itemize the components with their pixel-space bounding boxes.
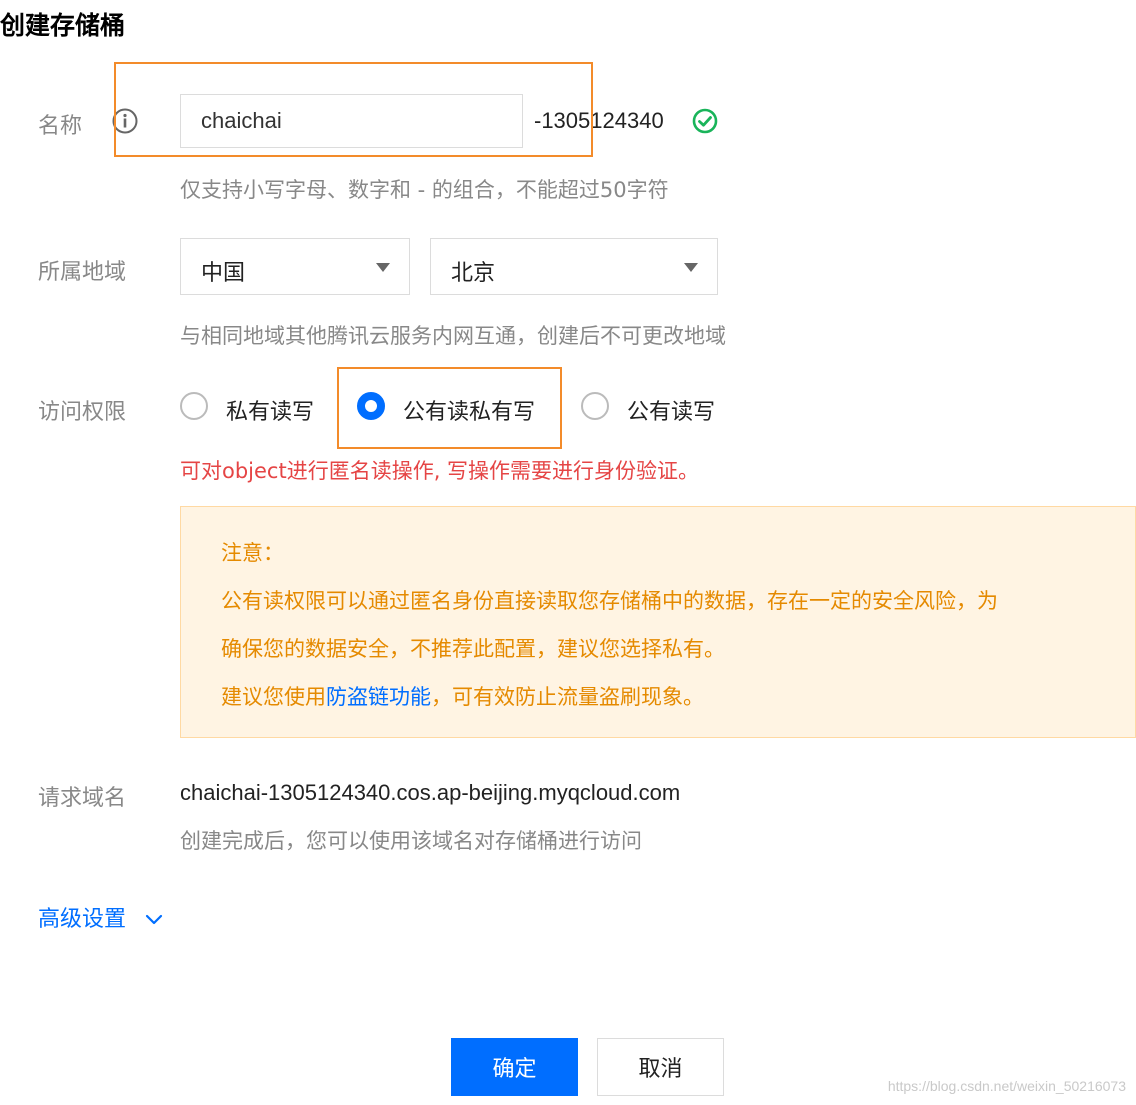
advanced-settings-toggle[interactable]: 高级设置 bbox=[38, 901, 126, 933]
request-domain-hint: 创建完成后，您可以使用该域名对存储桶进行访问 bbox=[180, 829, 642, 853]
region-hint: 与相同地域其他腾讯云服务内网互通，创建后不可更改地域 bbox=[180, 324, 726, 348]
warning-line-3-suffix: ，可有效防止流量盗刷现象。 bbox=[431, 685, 704, 709]
country-select-value: 中国 bbox=[201, 261, 246, 286]
watermark: https://blog.csdn.net/weixin_50216073 bbox=[887, 1078, 1126, 1094]
name-label: 名称 bbox=[38, 114, 83, 139]
access-label: 访问权限 bbox=[38, 400, 127, 425]
warning-title: 注意： bbox=[221, 541, 284, 565]
caret-down-icon bbox=[684, 263, 698, 272]
radio-public-read-private-write-label: 公有读私有写 bbox=[403, 400, 536, 425]
country-select[interactable]: 中国 bbox=[180, 238, 410, 295]
info-icon[interactable] bbox=[112, 108, 138, 134]
warning-line-1: 公有读权限可以通过匿名身份直接读取您存储桶中的数据，存在一定的安全风险，为 bbox=[221, 589, 998, 613]
radio-unchecked-icon bbox=[581, 392, 609, 420]
region-label: 所属地域 bbox=[38, 260, 127, 285]
chevron-down-icon[interactable] bbox=[143, 908, 165, 930]
request-domain-label: 请求域名 bbox=[38, 786, 127, 811]
hotlink-protection-link[interactable]: 防盗链功能 bbox=[326, 685, 431, 709]
radio-checked-icon bbox=[357, 392, 385, 420]
check-circle-icon bbox=[692, 108, 718, 134]
confirm-button[interactable]: 确定 bbox=[451, 1038, 578, 1096]
radio-public-rw-label: 公有读写 bbox=[627, 400, 716, 425]
name-hint: 仅支持小写字母、数字和 - 的组合，不能超过50字符 bbox=[180, 178, 669, 202]
radio-private-rw-label: 私有读写 bbox=[226, 400, 315, 425]
city-select-value: 北京 bbox=[451, 261, 496, 286]
warning-line-3: 建议您使用防盗链功能，可有效防止流量盗刷现象。 bbox=[221, 681, 704, 711]
app-id-suffix: -1305124340 bbox=[534, 108, 664, 133]
warning-line-3-prefix: 建议您使用 bbox=[221, 685, 326, 709]
radio-public-read-private-write[interactable]: 公有读私有写 bbox=[357, 392, 557, 425]
warning-box: 注意： 公有读权限可以通过匿名身份直接读取您存储桶中的数据，存在一定的安全风险，… bbox=[180, 506, 1136, 738]
cancel-button[interactable]: 取消 bbox=[597, 1038, 724, 1096]
page-title: 创建存储桶 bbox=[0, 11, 126, 40]
caret-down-icon bbox=[376, 263, 390, 272]
access-note: 可对object进行匿名读操作, 写操作需要进行身份验证。 bbox=[180, 459, 700, 483]
warning-line-2: 确保您的数据安全，不推荐此配置，建议您选择私有。 bbox=[221, 637, 725, 661]
radio-unchecked-icon bbox=[180, 392, 208, 420]
city-select[interactable]: 北京 bbox=[430, 238, 718, 295]
bucket-name-input[interactable] bbox=[180, 94, 523, 148]
request-domain-value: chaichai-1305124340.cos.ap-beijing.myqcl… bbox=[180, 780, 681, 805]
radio-public-rw[interactable]: 公有读写 bbox=[581, 392, 731, 425]
radio-private-rw[interactable]: 私有读写 bbox=[180, 392, 330, 425]
